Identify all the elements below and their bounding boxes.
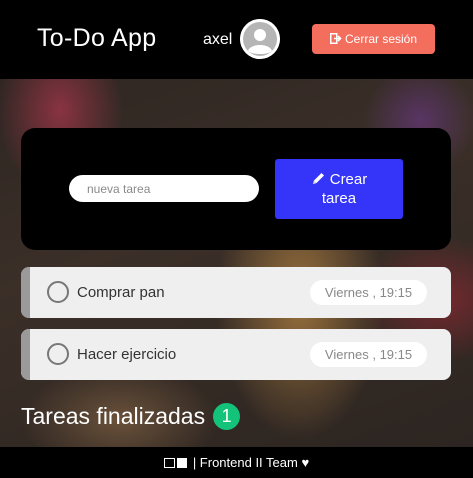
task-name: Comprar pan (77, 284, 165, 301)
app-title: To-Do App (37, 24, 157, 52)
username: axel (203, 31, 233, 48)
user-avatar-icon (240, 19, 280, 59)
avatar[interactable] (240, 19, 280, 59)
complete-task-checkbox[interactable] (47, 281, 69, 303)
finished-tasks-heading: Tareas finalizadas 1 (21, 403, 241, 430)
task-timestamp: Viernes , 19:15 (310, 342, 427, 367)
footer: | Frontend II Team ♥ (0, 447, 473, 478)
task-name: Hacer ejercicio (77, 346, 177, 363)
squares-icon (163, 457, 187, 468)
create-task-button[interactable]: Crear tarea (275, 159, 403, 219)
task-status-bar (21, 267, 30, 318)
logout-button[interactable]: Cerrar sesión (312, 24, 435, 54)
footer-text: | Frontend II Team ♥ (192, 455, 310, 470)
task-timestamp: Viernes , 19:15 (310, 280, 427, 305)
sign-out-icon (329, 32, 342, 46)
create-label-line1: Crear (329, 171, 368, 188)
new-task-input[interactable] (69, 175, 259, 202)
complete-task-checkbox[interactable] (47, 343, 69, 365)
task-item: Hacer ejercicio Viernes , 19:15 (21, 329, 451, 380)
logout-label: Cerrar sesión (344, 32, 418, 46)
create-label-line2: tarea (321, 190, 357, 207)
task-item: Comprar pan Viernes , 19:15 (21, 267, 451, 318)
task-status-bar (21, 329, 30, 380)
finished-count-badge: 1 (213, 403, 241, 430)
top-bar: To-Do App axel Cerrar sesión (0, 0, 473, 79)
finished-title: Tareas finalizadas (21, 403, 206, 429)
pencil-icon (311, 171, 326, 190)
